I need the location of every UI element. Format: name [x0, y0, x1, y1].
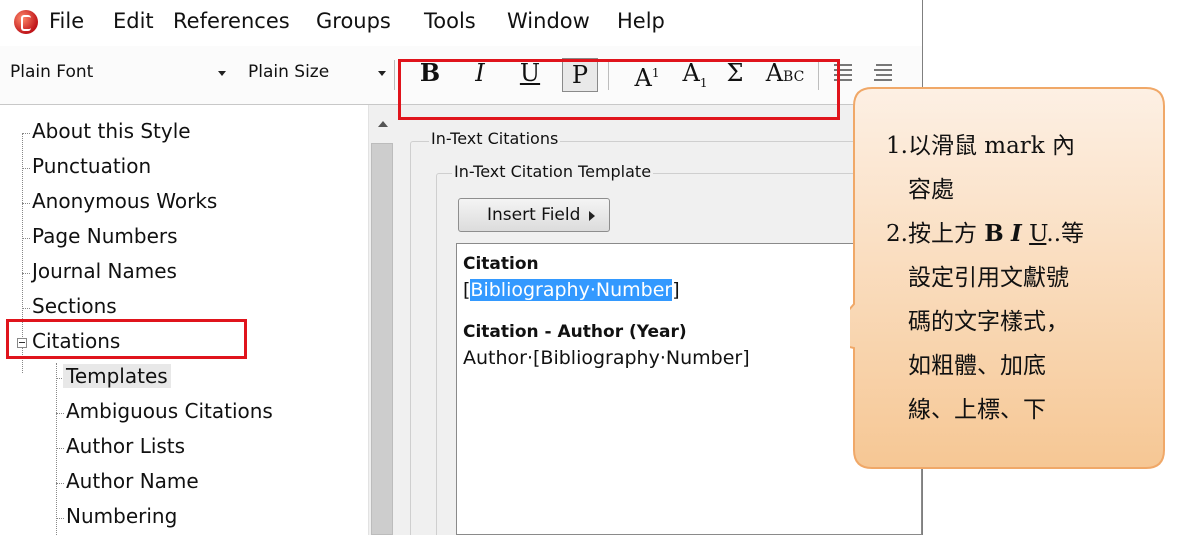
author-year-heading: Citation - Author (Year): [463, 322, 687, 342]
tree-connector: [22, 133, 30, 134]
menu-file[interactable]: File: [49, 9, 84, 33]
tree-connector: [22, 308, 30, 309]
menu-help[interactable]: Help: [617, 9, 665, 33]
callout-step-1: 1.以滑鼠 mark 內: [886, 133, 1076, 159]
selected-bibliography-number[interactable]: Bibliography·Number: [470, 279, 673, 301]
align-center-icon[interactable]: [874, 64, 892, 82]
menu-references[interactable]: References: [173, 9, 290, 33]
callout-step-2-cont-2: 碼的文字樣式，: [908, 309, 1069, 335]
instruction-callout: 1.以滑鼠 mark 內 容處 2.按上方 B I U..等 設定引用文獻號 碼…: [850, 86, 1168, 472]
callout-underline-letter: U: [1029, 221, 1047, 247]
citation-template-line[interactable]: [Bibliography·Number]: [463, 279, 680, 301]
tree-item-anonymous-works[interactable]: Anonymous Works: [32, 189, 217, 213]
tree-connector: [56, 363, 57, 535]
tree-item-journal-names[interactable]: Journal Names: [32, 259, 177, 283]
font-dropdown-arrow-icon[interactable]: [218, 71, 226, 76]
callout-step-2-cont-4: 線、上標、下: [908, 397, 1046, 423]
tree-connector: [56, 518, 64, 519]
callout-text: 1.以滑鼠 mark 內 容處 2.按上方 B I U..等 設定引用文獻號 碼…: [886, 124, 1151, 432]
tree-item-page-numbers[interactable]: Page Numbers: [32, 224, 178, 248]
tree-scrollbar[interactable]: [368, 105, 396, 535]
tree-connector: [56, 448, 64, 449]
tree-item-author-lists[interactable]: Author Lists: [66, 434, 185, 458]
callout-step-2-cont-1: 設定引用文獻號: [908, 265, 1069, 291]
callout-step-1-cont: 容處: [908, 177, 954, 203]
citation-settings-pane: In-Text Citations In-Text Citation Templ…: [396, 105, 925, 535]
tree-item-templates[interactable]: Templates: [63, 364, 171, 388]
tree-connector: [22, 168, 30, 169]
tree-item-numbering[interactable]: Numbering: [66, 504, 177, 528]
author-year-template-line[interactable]: Author·[Bibliography·Number]: [463, 347, 750, 369]
tree-connector: [22, 238, 30, 239]
tree-connector: [22, 203, 30, 204]
menu-bar: File Edit References Groups Tools Window…: [0, 0, 922, 47]
insert-field-label: Insert Field: [487, 205, 581, 225]
insert-field-button[interactable]: Insert Field: [458, 198, 610, 232]
tree-connector: [56, 483, 64, 484]
size-select[interactable]: Plain Size: [248, 62, 329, 82]
toolbar-separator: [394, 60, 395, 90]
toolbar-highlight-box: [398, 59, 840, 120]
callout-step-2-cont-3: 如粗體、加底: [908, 353, 1046, 379]
font-select[interactable]: Plain Font: [10, 62, 93, 82]
citation-heading: Citation: [463, 254, 539, 274]
citation-bracket-close: ]: [672, 279, 680, 301]
tree-item-about-this-style[interactable]: About this Style: [32, 119, 191, 143]
scroll-up-arrow-icon[interactable]: [378, 121, 388, 127]
callout-step-2-prefix: 2.按上方: [886, 221, 985, 247]
menu-edit[interactable]: Edit: [113, 9, 154, 33]
tree-item-sections[interactable]: Sections: [32, 294, 117, 318]
menu-window[interactable]: Window: [507, 9, 590, 33]
tree-connector: [22, 273, 30, 274]
endnote-style-window: File Edit References Groups Tools Window…: [0, 0, 925, 535]
submenu-arrow-icon: [589, 211, 595, 221]
in-text-citations-label: In-Text Citations: [429, 129, 561, 148]
scrollbar-thumb[interactable]: [371, 143, 393, 535]
callout-bold-letter: B: [984, 220, 1004, 247]
tree-item-punctuation[interactable]: Punctuation: [32, 154, 151, 178]
callout-step-2-suffix: ..等: [1046, 221, 1085, 247]
citations-highlight-box: [6, 319, 247, 359]
size-dropdown-arrow-icon[interactable]: [378, 71, 386, 76]
tree-connector: [56, 413, 64, 414]
tree-item-ambiguous-citations[interactable]: Ambiguous Citations: [66, 399, 273, 423]
endnote-app-icon[interactable]: [14, 10, 38, 34]
in-text-template-label: In-Text Citation Template: [452, 162, 654, 181]
menu-tools[interactable]: Tools: [424, 9, 476, 33]
callout-italic-letter: I: [1011, 220, 1022, 247]
callout-step-2: 2.按上方 B I U..等: [886, 212, 1151, 256]
tree-item-author-name[interactable]: Author Name: [66, 469, 199, 493]
menu-groups[interactable]: Groups: [316, 9, 391, 33]
